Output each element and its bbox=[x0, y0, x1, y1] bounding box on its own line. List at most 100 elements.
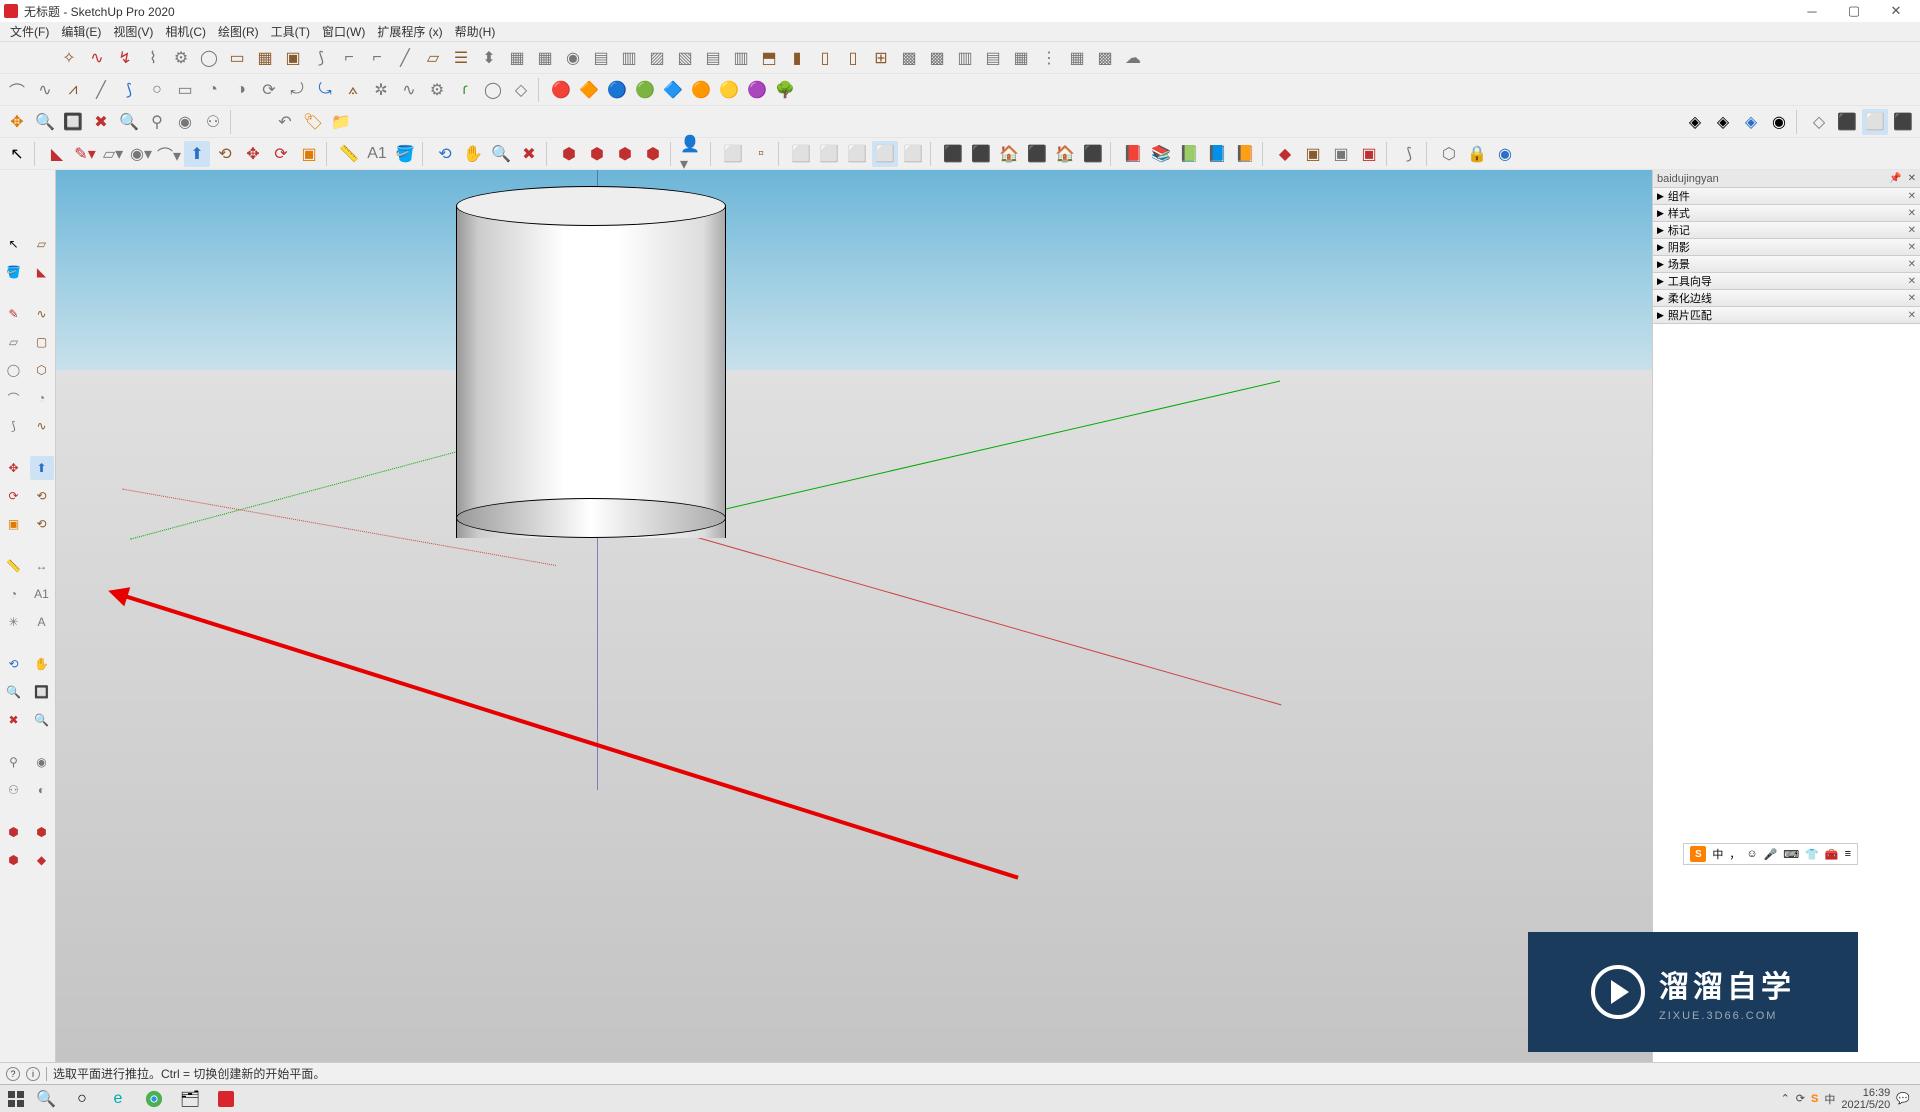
tool-face1-icon[interactable]: ⬛ bbox=[940, 141, 966, 167]
lt-ext-icon[interactable]: ⬢ bbox=[2, 848, 26, 872]
tool-undo2-icon[interactable]: ↶ bbox=[272, 109, 298, 135]
tool-rope-icon[interactable]: ⌇ bbox=[140, 45, 166, 71]
tool-walk-icon[interactable]: ⚇ bbox=[200, 109, 226, 135]
rp-section-soften[interactable]: ▶柔化边线✕ bbox=[1653, 290, 1920, 307]
lt-pushpull-icon[interactable]: ⬆ bbox=[30, 456, 54, 480]
tool-orbit-icon[interactable]: ⟲ bbox=[432, 141, 458, 167]
tool-wave2-icon[interactable]: ∿ bbox=[396, 77, 422, 103]
lt-rect-icon[interactable]: ▱ bbox=[2, 330, 26, 354]
tool-box-icon[interactable]: ▭ bbox=[224, 45, 250, 71]
tool-circle2-icon[interactable]: ◉▾ bbox=[128, 141, 154, 167]
rp-section-x-icon[interactable]: ✕ bbox=[1908, 191, 1916, 202]
ime-logo-icon[interactable]: S bbox=[1690, 846, 1706, 862]
taskbar-chrome-icon[interactable] bbox=[136, 1087, 172, 1111]
ime-mic-icon[interactable]: 🎤 bbox=[1764, 848, 1778, 861]
tool-dots-icon[interactable]: ⋮ bbox=[1036, 45, 1062, 71]
tool-hook-icon[interactable]: ɾ bbox=[452, 77, 478, 103]
lt-rotate-icon[interactable]: ⟳ bbox=[2, 484, 26, 508]
ime-skin-icon[interactable]: 👕 bbox=[1805, 848, 1819, 861]
tool-scale-icon[interactable]: ▣ bbox=[296, 141, 322, 167]
tool-pie-icon[interactable]: ◔ bbox=[200, 77, 226, 103]
tool-wall2-icon[interactable]: ▯ bbox=[812, 45, 838, 71]
tool-eraser-icon[interactable]: ◣ bbox=[44, 141, 70, 167]
tool-grid-icon[interactable]: ▦ bbox=[504, 45, 530, 71]
tool-color-mix-icon[interactable]: 🔵 bbox=[604, 77, 630, 103]
tool-zoomext-icon[interactable]: ✖ bbox=[516, 141, 542, 167]
tool-mesh-icon[interactable]: ▦ bbox=[1064, 45, 1090, 71]
taskbar-search-icon[interactable]: 🔍 bbox=[28, 1087, 64, 1111]
tool-tape-icon[interactable]: 📏 bbox=[336, 141, 362, 167]
tool-sweep4-icon[interactable]: ⟑ bbox=[340, 77, 366, 103]
tool-view-iso-icon[interactable]: ⬜ bbox=[720, 141, 746, 167]
lt-wh2-icon[interactable]: ⬢ bbox=[30, 820, 54, 844]
lt-curve-icon[interactable]: ∿ bbox=[30, 414, 54, 438]
tool-stripe3-icon[interactable]: ▦ bbox=[1008, 45, 1034, 71]
lt-zoomext-icon[interactable]: ✖ bbox=[2, 708, 26, 732]
lt-circle-icon[interactable]: ◯ bbox=[2, 358, 26, 382]
tray-lang[interactable]: 中 bbox=[1824, 1091, 1835, 1107]
menu-help[interactable]: 帮助(H) bbox=[449, 21, 502, 42]
tool-sphere2-icon[interactable]: ◉ bbox=[1492, 141, 1518, 167]
tool-stripe-icon[interactable]: ▥ bbox=[952, 45, 978, 71]
tool-poly-icon[interactable]: ⬡ bbox=[1436, 141, 1462, 167]
tool-view-persp-icon[interactable]: ⬜ bbox=[900, 141, 926, 167]
lt-followme-icon[interactable]: ⟲ bbox=[30, 484, 54, 508]
ime-tools-icon[interactable]: 🧰 bbox=[1825, 848, 1839, 861]
tool-layers-icon[interactable]: ◈ bbox=[1682, 109, 1708, 135]
tool-layers4-icon[interactable]: ◉ bbox=[1766, 109, 1792, 135]
tool-shape-icon[interactable]: ▱▾ bbox=[100, 141, 126, 167]
taskbar-sketchup-icon[interactable] bbox=[208, 1087, 244, 1111]
lt-eraser-icon[interactable]: ◣ bbox=[30, 260, 54, 284]
tool-cube-icon[interactable]: ⬛ bbox=[1834, 109, 1860, 135]
maximize-button[interactable]: ▢ bbox=[1842, 2, 1866, 20]
tool-hatch2-icon[interactable]: ▥ bbox=[616, 45, 642, 71]
tool-view-front-icon[interactable]: ⬜ bbox=[788, 141, 814, 167]
tool-line-icon[interactable]: ╱ bbox=[88, 77, 114, 103]
tool-books-icon[interactable]: 📚 bbox=[1148, 141, 1174, 167]
menu-draw[interactable]: 绘图(R) bbox=[212, 21, 265, 42]
tool-ext2-icon[interactable]: ⬢ bbox=[640, 141, 666, 167]
tool-paint-icon[interactable]: 🪣 bbox=[392, 141, 418, 167]
tool-hatch5-icon[interactable]: ▤ bbox=[700, 45, 726, 71]
tool-iso-icon[interactable]: ◇ bbox=[1806, 109, 1832, 135]
rp-section-photomatch[interactable]: ▶照片匹配✕ bbox=[1653, 307, 1920, 324]
tool-view-back-icon[interactable]: ⬜ bbox=[816, 141, 842, 167]
tray-notifications-icon[interactable]: 💬 bbox=[1896, 1092, 1910, 1105]
lt-scale-icon[interactable]: ▣ bbox=[2, 512, 26, 536]
lt-dim-icon[interactable]: ↔ bbox=[30, 554, 54, 578]
menu-extensions[interactable]: 扩展程序 (x) bbox=[371, 21, 448, 42]
tool-color-yellow-icon[interactable]: 🟡 bbox=[716, 77, 742, 103]
lt-wh-icon[interactable]: ⬢ bbox=[2, 820, 26, 844]
tool-move-icon[interactable]: ✥ bbox=[4, 109, 30, 135]
tool-extrude-icon[interactable]: ⬍ bbox=[476, 45, 502, 71]
ime-lang[interactable]: 中 bbox=[1712, 846, 1723, 862]
menu-window[interactable]: 窗口(W) bbox=[316, 21, 371, 42]
taskbar-explorer-icon[interactable]: 🗂 bbox=[172, 1087, 208, 1111]
rp-section-x-icon[interactable]: ✕ bbox=[1908, 208, 1916, 219]
lt-pie-icon[interactable]: ◔ bbox=[30, 386, 54, 410]
tool-face3-icon[interactable]: ⬛ bbox=[1024, 141, 1050, 167]
lt-line-icon[interactable]: ✎ bbox=[2, 302, 26, 326]
tool-hatch4-icon[interactable]: ▧ bbox=[672, 45, 698, 71]
status-info-icon[interactable]: i bbox=[26, 1067, 40, 1081]
tool-ellipse-icon[interactable]: ◯ bbox=[480, 77, 506, 103]
lt-position-icon[interactable]: ⚲ bbox=[2, 750, 26, 774]
tool-view-top-icon[interactable]: ▫ bbox=[748, 141, 774, 167]
tool-person-icon[interactable]: ⚲ bbox=[144, 109, 170, 135]
tool-zoom2-icon[interactable]: 🔍 bbox=[488, 141, 514, 167]
tool-zoom-region-icon[interactable]: 🔲 bbox=[60, 109, 86, 135]
lt-offset-icon[interactable]: ⟲ bbox=[30, 512, 54, 536]
tool-color-orange-icon[interactable]: 🟠 bbox=[688, 77, 714, 103]
tool-polyline-icon[interactable]: ↯ bbox=[112, 45, 138, 71]
tool-wall-icon[interactable]: ▮ bbox=[784, 45, 810, 71]
tool-offset-icon[interactable]: ⟲ bbox=[212, 141, 238, 167]
tool-panel-icon[interactable]: ▱ bbox=[420, 45, 446, 71]
tool-shield-icon[interactable]: ◇ bbox=[508, 77, 534, 103]
lt-tape-icon[interactable]: 📏 bbox=[2, 554, 26, 578]
tool-zoom-extents-icon[interactable]: 🔍 bbox=[116, 109, 142, 135]
tool-hatch3-icon[interactable]: ▨ bbox=[644, 45, 670, 71]
lt-ext2-icon[interactable]: ◆ bbox=[30, 848, 54, 872]
lt-zoomwin-icon[interactable]: 🔲 bbox=[30, 680, 54, 704]
menu-file[interactable]: 文件(F) bbox=[4, 21, 55, 42]
tool-stack-icon[interactable]: ☰ bbox=[448, 45, 474, 71]
